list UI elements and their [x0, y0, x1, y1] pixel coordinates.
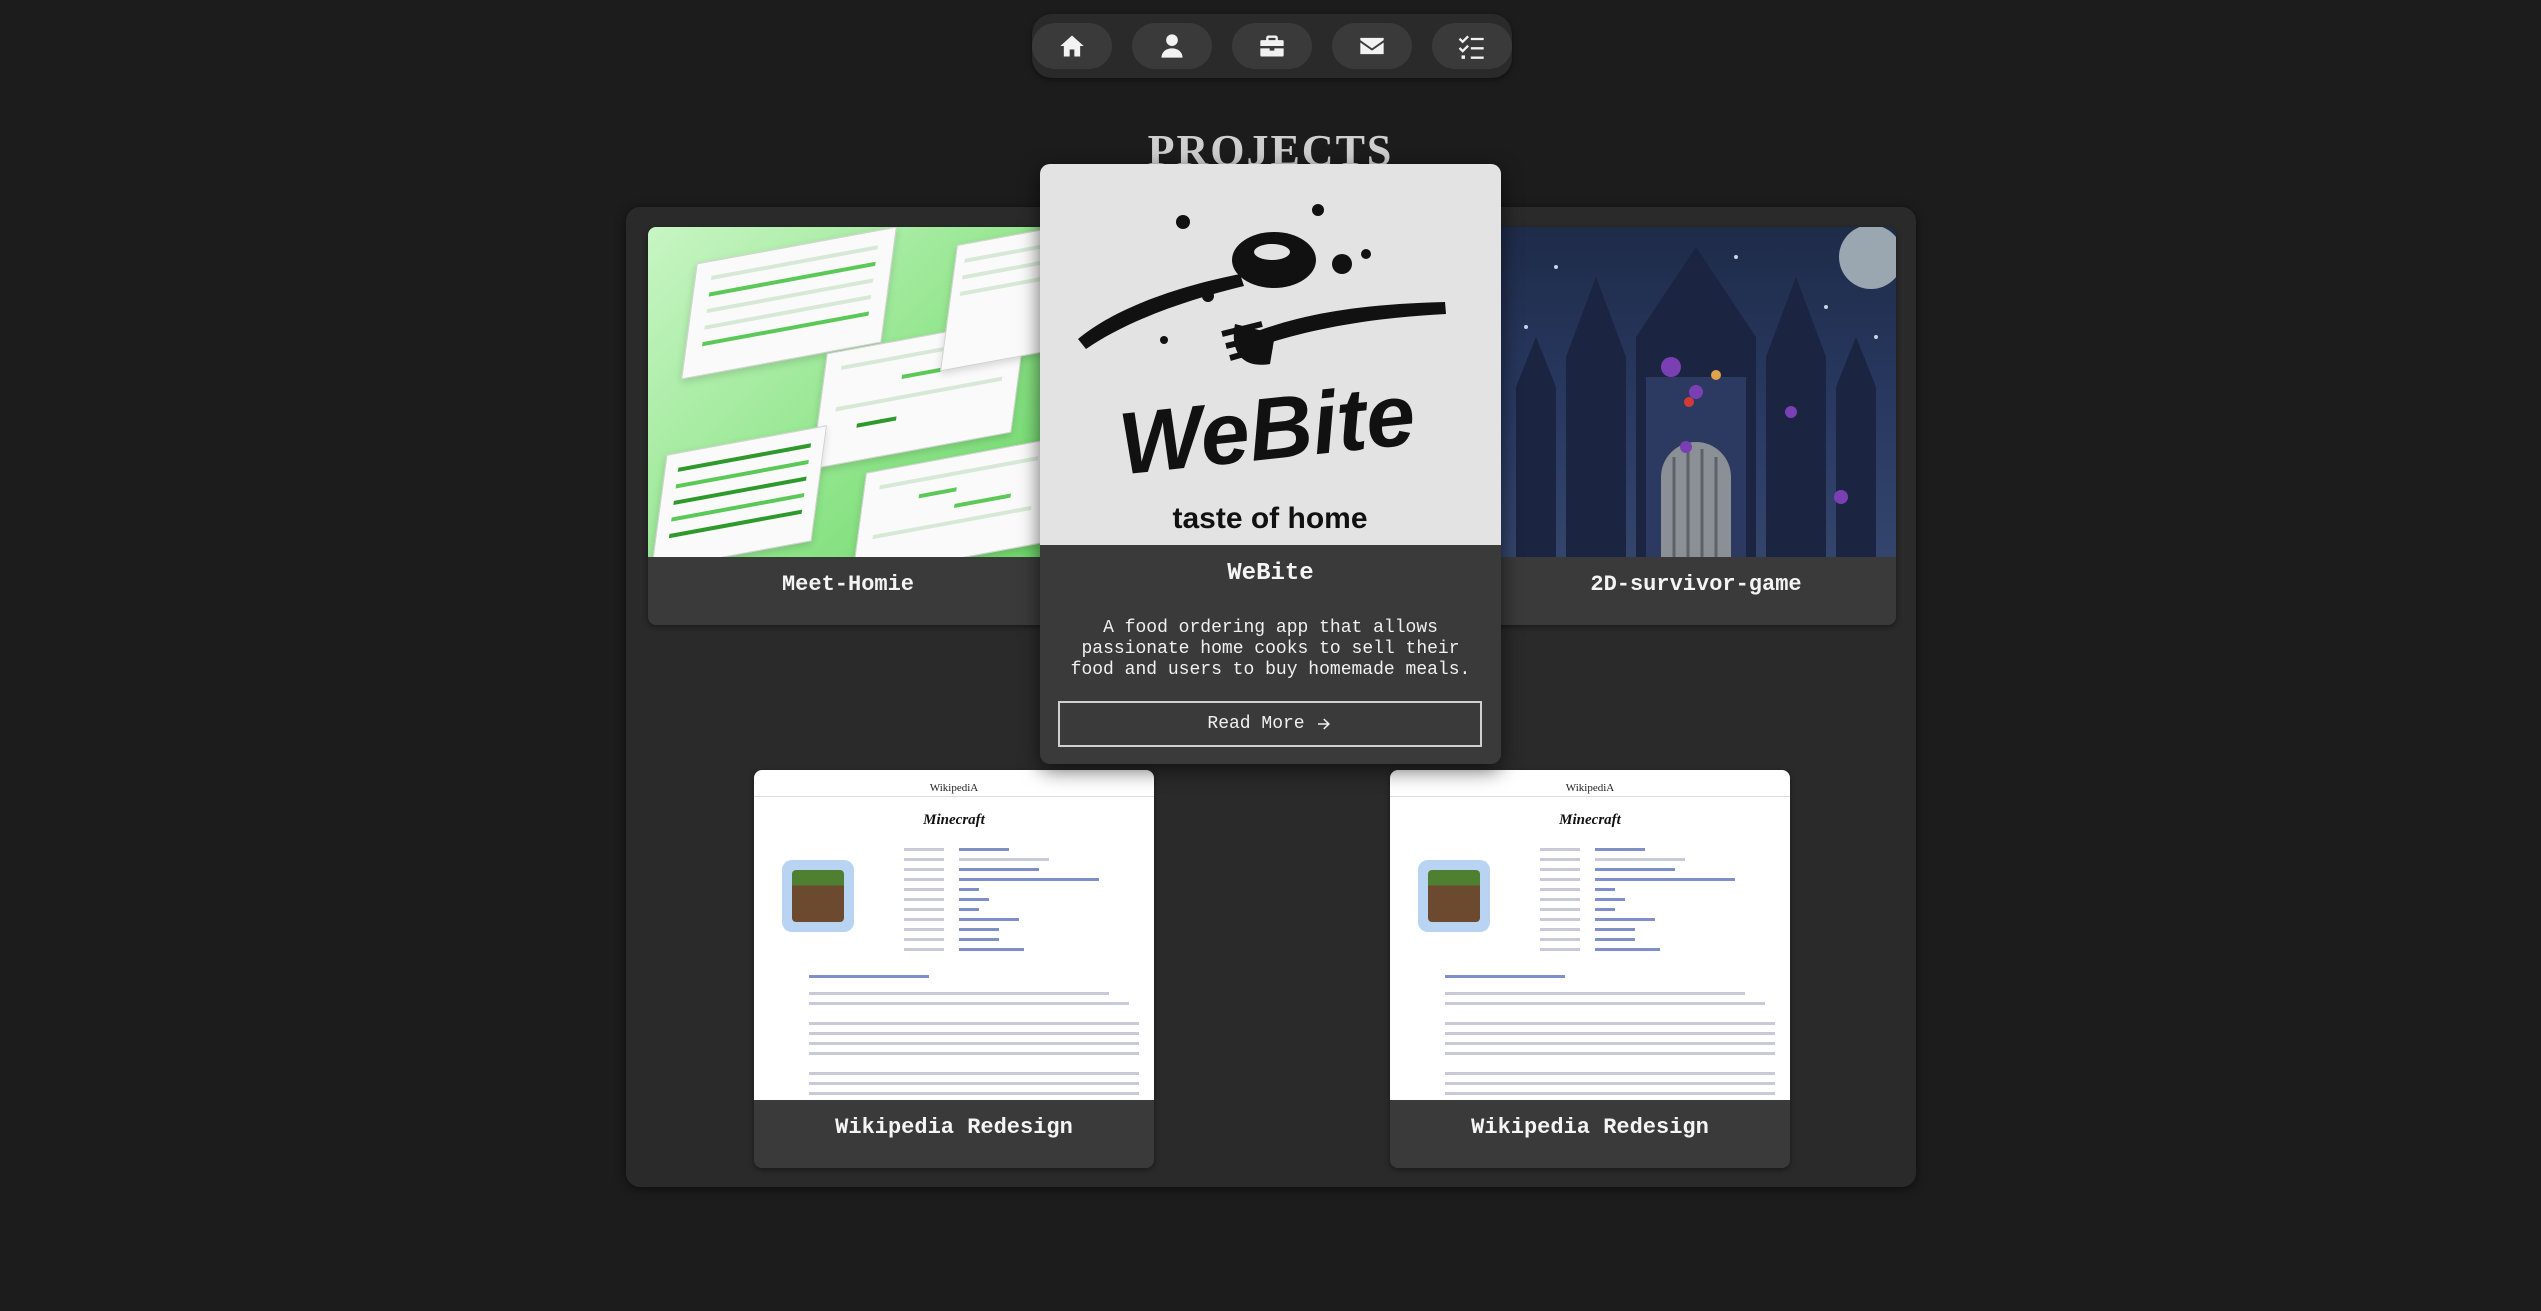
wikipedia-thumbnail: WikipediA Minecraft [754, 770, 1154, 1100]
project-card-wikipedia-redesign[interactable]: WikipediA Minecraft Wikipedia Redesign [754, 770, 1154, 1168]
survivor-game-thumbnail [1496, 227, 1896, 557]
read-more-button[interactable]: Read More [1058, 701, 1482, 747]
logo-tagline: taste of home [1172, 502, 1367, 535]
logo-wordmark: WeBite [1114, 364, 1419, 493]
read-more-label: Read More [1207, 714, 1305, 734]
wikipedia-logo: WikipediA [1565, 782, 1615, 794]
tasks-icon [1458, 35, 1484, 59]
wikipedia-thumbnail: WikipediA Minecraft [1390, 770, 1790, 1100]
nav-contact-button[interactable] [1332, 23, 1412, 69]
wikipedia-logo: WikipediA [929, 782, 979, 794]
arrow-right-icon [1317, 718, 1330, 730]
minecraft-block-image [1418, 860, 1490, 932]
project-description: A food ordering app that allows passiona… [1070, 618, 1471, 680]
home-icon [1060, 35, 1084, 57]
webite-logo-image: WeBite taste of home [1040, 164, 1501, 545]
nav-bar [1032, 14, 1512, 78]
project-title: Wikipedia Redesign [1471, 1115, 1709, 1140]
project-title: Meet-Homie [781, 572, 915, 597]
user-icon [1161, 34, 1183, 58]
minecraft-block-image [782, 860, 854, 932]
nav-about-button[interactable] [1132, 23, 1212, 69]
project-title: WeBite [1227, 560, 1314, 587]
briefcase-icon [1260, 35, 1284, 57]
wiki-article-title: Minecraft [923, 812, 985, 828]
nav-home-button[interactable] [1032, 23, 1112, 69]
meet-homie-thumbnail [648, 227, 1048, 557]
project-card-wikipedia-redesign[interactable]: WikipediA Minecraft Wikipedia Redesign [1390, 770, 1790, 1168]
project-title: 2D-survivor-game [1590, 572, 1802, 597]
nav-projects-button[interactable] [1232, 23, 1312, 69]
project-title: Wikipedia Redesign [835, 1115, 1073, 1140]
wiki-article-title: Minecraft [1559, 812, 1621, 828]
envelope-icon [1360, 37, 1384, 55]
nav-skills-button[interactable] [1432, 23, 1512, 69]
project-card-webite-expanded[interactable]: WeBite taste of home WeBite A food order… [1040, 164, 1501, 764]
project-card-2d-survivor-game[interactable]: 2D-survivor-game [1496, 227, 1896, 625]
project-card-meet-homie[interactable]: Meet-Homie [648, 227, 1048, 625]
